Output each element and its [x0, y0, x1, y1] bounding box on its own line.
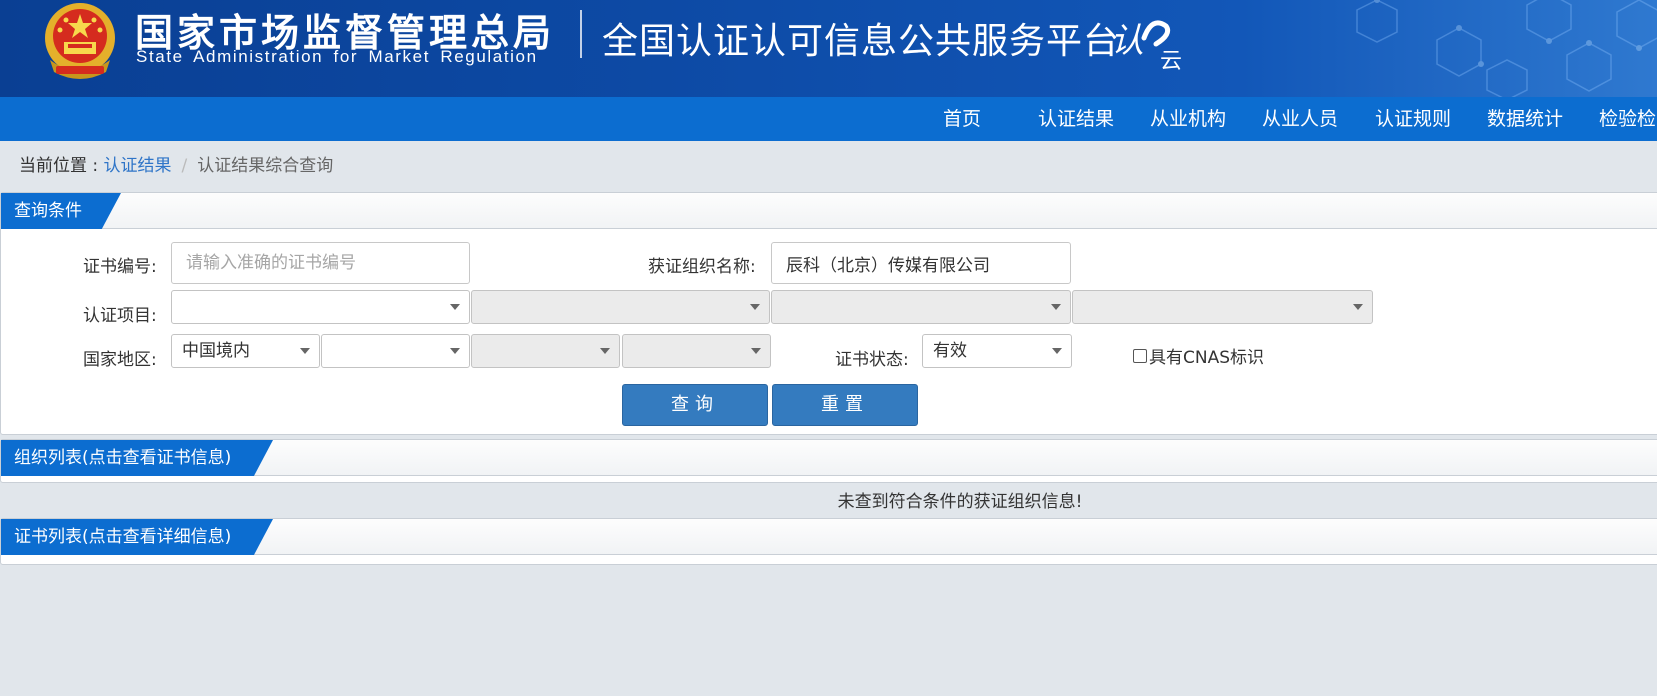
cert-project-select-1[interactable] — [171, 290, 470, 324]
national-emblem-icon — [45, 3, 115, 79]
nav-item-cert-results[interactable]: 认证结果 — [1038, 97, 1114, 141]
svg-text:云: 云 — [1160, 49, 1182, 70]
org-list-panel-header: 组织列表(点击查看证书信息) — [1, 440, 1657, 476]
banner-divider — [580, 10, 582, 58]
chevron-down-icon — [751, 348, 761, 354]
region-select-city — [471, 334, 620, 368]
breadcrumb: 当前位置 : 认证结果 / 认证结果综合查询 — [19, 151, 333, 176]
org-name-en: State Administration for Market Regulati… — [136, 47, 538, 66]
chevron-down-icon — [750, 304, 760, 310]
header-banner: 国家市场监督管理总局 State Administration for Mark… — [0, 0, 1657, 97]
org-list-title: 组织列表(点击查看证书信息) — [1, 440, 273, 476]
cert-project-label: 认证项目: — [83, 306, 157, 326]
query-panel-header: 查询条件 — [1, 193, 1657, 229]
breadcrumb-current: 认证结果综合查询 — [197, 156, 334, 176]
cert-number-input[interactable] — [171, 242, 470, 284]
chevron-down-icon — [1353, 304, 1363, 310]
chevron-down-icon — [600, 348, 610, 354]
region-select-district — [622, 334, 771, 368]
nav-item-institutions[interactable]: 从业机构 — [1150, 97, 1226, 141]
cert-status-label: 证书状态: — [835, 350, 909, 370]
nav-item-cert-rules[interactable]: 认证规则 — [1375, 97, 1451, 141]
renyun-logo-icon: 认 云 — [1110, 20, 1182, 70]
cnas-checkbox-label: 具有CNAS标识 — [1149, 348, 1265, 368]
region-label: 国家地区: — [83, 350, 157, 370]
cert-list-panel-header: 证书列表(点击查看详细信息) — [1, 519, 1657, 555]
chevron-down-icon — [450, 348, 460, 354]
cert-project-select-2 — [471, 290, 770, 324]
breadcrumb-prefix: 当前位置 : — [19, 156, 104, 176]
cert-list-panel: 证书列表(点击查看详细信息) — [0, 518, 1657, 565]
cert-list-title: 证书列表(点击查看详细信息) — [1, 519, 273, 555]
region-select-province[interactable] — [321, 334, 470, 368]
chevron-down-icon — [1051, 304, 1061, 310]
nav-item-personnel[interactable]: 从业人员 — [1262, 97, 1338, 141]
org-name-input[interactable] — [771, 242, 1071, 284]
org-list-empty-message: 未查到符合条件的获证组织信息! — [837, 492, 1083, 512]
search-button[interactable]: 查询 — [622, 384, 768, 426]
main-nav: 首页 认证结果 从业机构 从业人员 认证规则 数据统计 检验检 — [0, 97, 1657, 141]
checkbox-icon[interactable] — [1133, 348, 1147, 363]
reset-button[interactable]: 重置 — [772, 384, 918, 426]
cert-project-select-3 — [771, 290, 1071, 324]
nav-item-inspection[interactable]: 检验检 — [1599, 97, 1656, 141]
org-name-label: 获证组织名称: — [648, 257, 756, 277]
breadcrumb-link-cert-results[interactable]: 认证结果 — [104, 156, 172, 176]
chevron-down-icon — [1052, 348, 1062, 354]
chevron-down-icon — [300, 348, 310, 354]
cert-project-select-4 — [1072, 290, 1373, 324]
breadcrumb-separator: / — [181, 156, 188, 176]
chevron-down-icon — [450, 304, 460, 310]
cert-status-select-value: 有效 — [933, 341, 967, 361]
cert-number-label: 证书编号: — [83, 257, 157, 277]
cert-status-select[interactable]: 有效 — [922, 334, 1072, 368]
nav-item-statistics[interactable]: 数据统计 — [1487, 97, 1563, 141]
nav-item-home[interactable]: 首页 — [943, 97, 981, 141]
org-list-panel: 组织列表(点击查看证书信息) — [0, 439, 1657, 483]
svg-text:认: 认 — [1110, 21, 1144, 61]
region-select-country-value: 中国境内 — [182, 341, 250, 361]
hexagon-pattern-icon — [1356, 0, 1657, 97]
platform-title: 全国认证认可信息公共服务平台 — [602, 21, 1121, 62]
region-select-country[interactable]: 中国境内 — [171, 334, 320, 368]
query-panel-title: 查询条件 — [1, 193, 121, 229]
cnas-checkbox[interactable]: 具有CNAS标识 — [1133, 343, 1264, 368]
